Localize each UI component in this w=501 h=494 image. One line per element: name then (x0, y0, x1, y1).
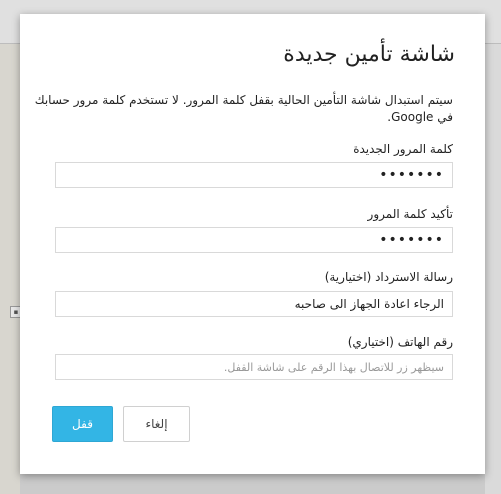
recovery-message-field[interactable]: الرجاء اعادة الجهاز الى صاحبه (55, 291, 453, 317)
background-panel (485, 44, 501, 494)
confirm-password-label: تأكيد كلمة المرور (367, 207, 453, 221)
new-password-label: كلمة المرور الجديدة (353, 142, 453, 156)
phone-number-label: رقم الهاتف (اختياري) (347, 335, 453, 349)
confirm-password-value: ••••••• (379, 232, 444, 248)
cancel-button[interactable]: إلغاء (123, 406, 190, 442)
confirm-password-field[interactable]: ••••••• (55, 227, 453, 253)
lock-screen-dialog: شاشة تأمين جديدة سيتم استبدال شاشة التأم… (20, 14, 485, 474)
lock-button[interactable]: قفل (52, 406, 113, 442)
recovery-message-label: رسالة الاسترداد (اختيارية) (324, 270, 453, 284)
recovery-message-value: الرجاء اعادة الجهاز الى صاحبه (294, 297, 444, 311)
new-password-field[interactable]: ••••••• (55, 162, 453, 188)
background-map (0, 44, 20, 494)
phone-number-field[interactable]: سيظهر زر للاتصال بهذا الرقم على شاشة الق… (55, 354, 453, 380)
dialog-description: سيتم استبدال شاشة التأمين الحالية بقفل ك… (34, 93, 453, 124)
dialog-title: شاشة تأمين جديدة (283, 42, 455, 67)
phone-number-placeholder: سيظهر زر للاتصال بهذا الرقم على شاشة الق… (223, 360, 444, 374)
new-password-value: ••••••• (379, 167, 444, 183)
